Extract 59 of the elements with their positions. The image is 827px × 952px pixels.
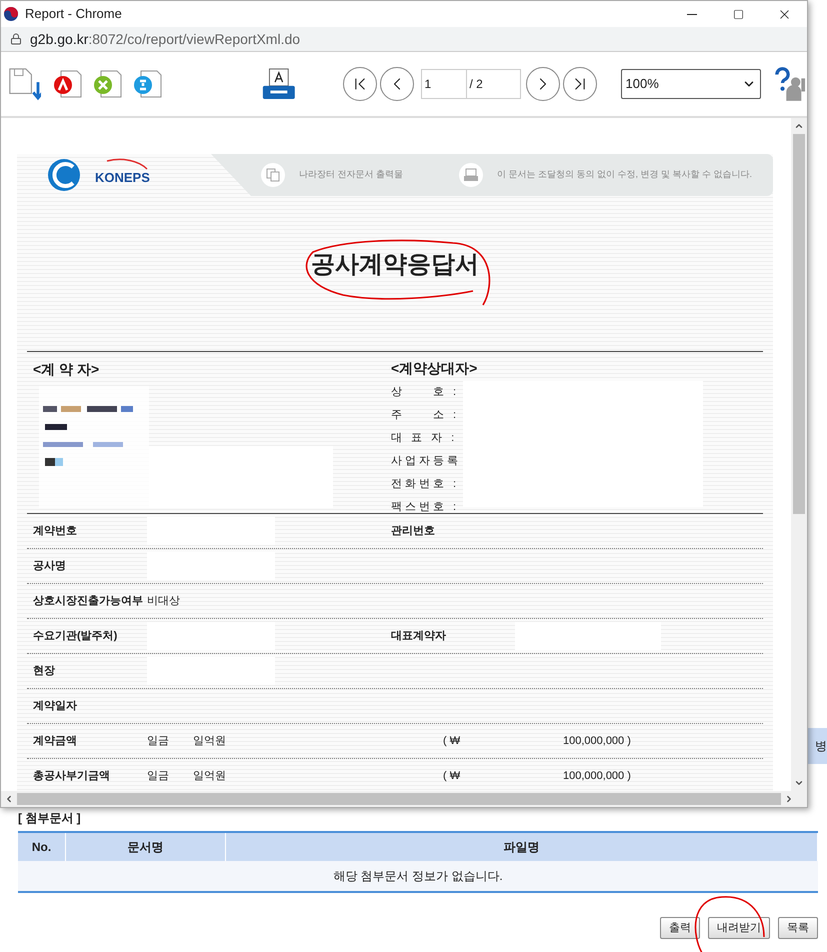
row-value: 일억원 [193,769,227,784]
field-label: 전화번호 : [391,477,460,492]
banner-text: 이 문서는 조달청의 동의 없이 수정, 변경 및 복사할 수 없습니다. [497,168,752,182]
print-icon[interactable] [260,66,296,102]
logo-text: KONEPS [95,171,150,184]
row-label: 대표계약자 [391,628,447,644]
empty-message: 해당 첨부문서 정보가 없습니다. [333,868,503,885]
row-label: 총공사부기금액 [32,771,111,782]
row-label: 수요기관(발주처) [32,630,118,642]
banner-text: 나라장터 전자문서 출력물 [299,168,404,182]
row-label: 계약금액 [32,736,78,746]
field-label: 상 호 : [391,385,460,400]
address-bar[interactable]: g2b.go.kr:8072/co/report/viewReportXml.do [1,27,807,52]
action-button[interactable]: 출력 [660,917,700,939]
scroll-left-icon[interactable] [4,794,14,804]
row-label: 계약번호 [32,526,78,536]
zoom-select[interactable]: 100% [620,69,762,99]
row-label: 관리번호 [391,524,436,539]
section-heading: <계약상대자> [391,359,478,378]
field-label: 사업자등록 [391,454,461,469]
page-field[interactable]: 1 / 2 [420,69,520,99]
lock-icon [10,33,22,45]
scroll-down-icon[interactable] [794,778,804,788]
row-value: 일금 [147,769,170,784]
window-title: Report - Chrome [25,5,122,24]
horizontal-scrollbar[interactable] [1,791,807,807]
vertical-scrollbar[interactable] [791,118,807,791]
currency-text: ( ₩ [443,734,462,749]
field-label: 주 소 : [391,408,460,423]
scroll-up-icon[interactable] [794,121,804,131]
last-page-button[interactable] [562,67,596,101]
row-value: 일억원 [193,734,227,749]
help-icon[interactable] [775,64,807,104]
currency-text: ( ₩ [443,769,462,784]
previous-page-button[interactable] [380,67,414,101]
row-label: 현장 [32,666,56,676]
row-value: 일금 [147,734,170,749]
maximize-icon [732,8,744,20]
row-label: 계약일자 [32,700,78,712]
row-value: 비대상 [147,594,180,609]
app-icon [3,6,19,22]
column-header-text: 병 [815,740,827,752]
copy-icon [261,163,285,187]
row-label: 상호시장진출가능여부 [32,596,144,606]
document-title: 공사계약응답서 [311,250,479,280]
section-heading: <계 약 자> [33,361,100,377]
field-label: 팩스번호 : [391,500,460,515]
row-label: 공사명 [32,560,67,572]
action-button[interactable]: 내려받기 [708,917,770,939]
printer-icon [459,163,484,187]
next-page-button[interactable] [526,67,560,101]
first-page-button[interactable] [342,67,376,101]
url-text: g2b.go.kr:8072/co/report/viewReportXml.do [30,30,300,49]
field-label: 대 표 자 : [391,431,458,446]
scroll-right-icon[interactable] [784,794,794,804]
action-button[interactable]: 목록 [778,917,818,939]
amount-text: 100,000,000 ) [563,769,631,784]
amount-text: 100,000,000 ) [563,734,631,749]
section-heading: [ 첨부문서 ] [18,810,82,827]
